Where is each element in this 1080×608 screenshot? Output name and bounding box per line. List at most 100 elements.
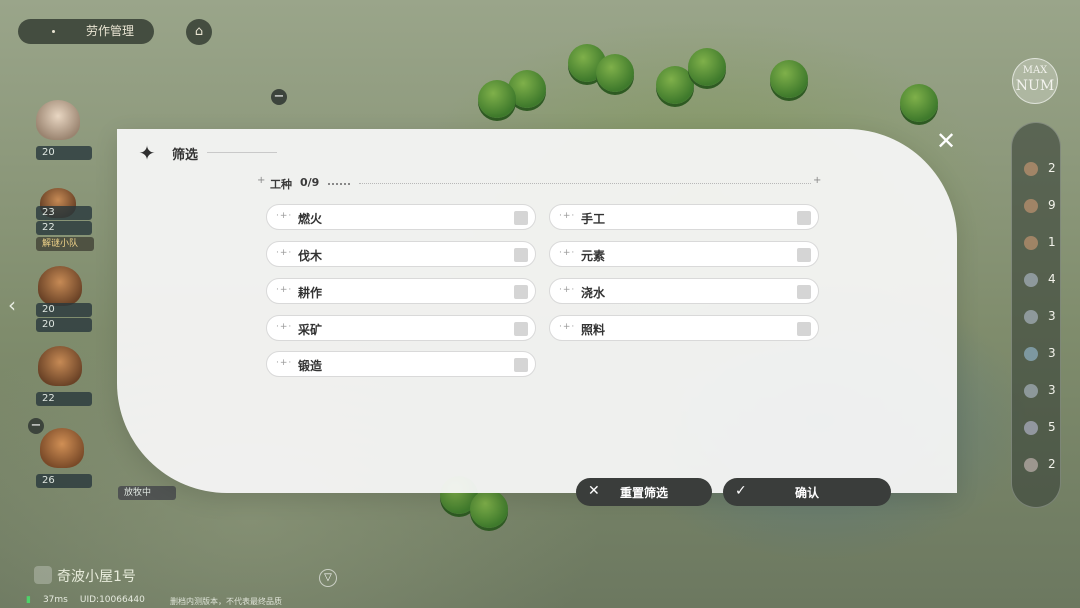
- type-count-column: 2 9 1 4 3 3 3 5 2: [1011, 122, 1061, 508]
- tree-decoration: [596, 54, 634, 92]
- unit-level-badge: 26: [36, 474, 92, 488]
- filter-option-element[interactable]: ·+· 元素: [549, 241, 819, 267]
- filter-option-ignite[interactable]: ·+· 燃火: [266, 204, 536, 230]
- job-type-section-header: + 工种 0/9 +: [257, 175, 822, 191]
- team-badge: 解谜小队: [36, 237, 94, 251]
- filter-icon[interactable]: ▽: [319, 569, 337, 587]
- type-count-item[interactable]: 4: [1020, 271, 1060, 291]
- plus-ornament-icon: +: [257, 175, 266, 186]
- status-bar: ▮ 37ms UID:10066440: [26, 595, 145, 605]
- dotted-ornament: [328, 183, 350, 185]
- type-count-item[interactable]: 2: [1020, 160, 1060, 180]
- type-count-item[interactable]: 9: [1020, 197, 1060, 217]
- unit-level-badge: 20: [36, 318, 92, 332]
- option-label: 浇水: [581, 286, 606, 300]
- option-checkbox[interactable]: [797, 322, 811, 336]
- type-count-item[interactable]: 3: [1020, 308, 1060, 328]
- option-checkbox[interactable]: [797, 248, 811, 262]
- type-count-item[interactable]: 3: [1020, 382, 1060, 402]
- filter-option-farming[interactable]: ·+· 耕作: [266, 278, 536, 304]
- type-count-item[interactable]: 2: [1020, 456, 1060, 476]
- option-label: 伐木: [298, 249, 323, 263]
- confirm-label: 确认: [794, 486, 819, 500]
- option-checkbox[interactable]: [514, 248, 528, 262]
- tree-decoration: [478, 80, 516, 118]
- filter-option-handiwork[interactable]: ·+· 手工: [549, 204, 819, 230]
- fire-type-icon: [1024, 162, 1038, 176]
- plus-ornament-icon: +: [813, 175, 822, 186]
- house-icon: [34, 566, 52, 584]
- unit-level-badge: 22: [36, 221, 92, 235]
- grazing-badge: 放牧中: [118, 486, 176, 500]
- filter-dialog: ✦ 筛选 + 工种 0/9 + ·+· 燃火 ·+· 手工 ·+· 伐木 ·+·…: [117, 129, 957, 493]
- mine-type-icon: [1024, 384, 1038, 398]
- type-count-item[interactable]: 3: [1020, 345, 1060, 365]
- option-label: 采矿: [298, 323, 323, 337]
- option-ornament-icon: ·+·: [276, 322, 293, 332]
- unit-portrait[interactable]: [36, 100, 80, 140]
- unit-level-badge: 23: [36, 206, 92, 220]
- option-label: 照料: [581, 323, 606, 337]
- element-type-icon: [1024, 273, 1038, 287]
- selected-count: 0/9: [300, 176, 320, 189]
- option-checkbox[interactable]: [797, 285, 811, 299]
- dialog-header: ✦ 筛选: [134, 141, 198, 165]
- tree-decoration: [470, 490, 508, 528]
- filter-option-watering[interactable]: ·+· 浇水: [549, 278, 819, 304]
- filter-option-caring[interactable]: ·+· 照料: [549, 315, 819, 341]
- chevron-left-icon[interactable]: ‹: [8, 293, 16, 317]
- type-count-item[interactable]: 5: [1020, 419, 1060, 439]
- care-type-icon: [1024, 421, 1038, 435]
- reset-filter-label: 重置筛选: [619, 486, 668, 500]
- option-ornament-icon: ·+·: [276, 358, 293, 368]
- house-name[interactable]: 奇波小屋1号: [57, 566, 136, 586]
- option-label: 手工: [581, 212, 606, 226]
- ping-value: 37ms: [42, 595, 68, 605]
- option-checkbox[interactable]: [514, 285, 528, 299]
- unit-level-badge: 20: [36, 303, 92, 317]
- unit-level-badge: 20: [36, 146, 92, 160]
- option-label: 燃火: [298, 212, 323, 226]
- option-ornament-icon: ·+·: [559, 285, 576, 295]
- remove-button[interactable]: −: [271, 89, 287, 105]
- max-label: MAX: [1022, 65, 1048, 76]
- num-label: NUM: [1015, 78, 1055, 94]
- unit-portrait[interactable]: [38, 346, 82, 386]
- option-checkbox[interactable]: [797, 211, 811, 225]
- dialog-title: 筛选: [172, 147, 199, 163]
- paw-type-icon: [1024, 199, 1038, 213]
- filter-option-forging[interactable]: ·+· 锻造: [266, 351, 536, 377]
- uid-value: UID:10066440: [79, 595, 145, 605]
- section-divider: [359, 183, 811, 184]
- option-label: 锻造: [298, 359, 323, 373]
- filter-option-mining[interactable]: ·+· 采矿: [266, 315, 536, 341]
- type-count-item[interactable]: 1: [1020, 234, 1060, 254]
- unit-portrait[interactable]: [38, 266, 82, 306]
- option-checkbox[interactable]: [514, 211, 528, 225]
- wood-type-icon: [1024, 236, 1038, 250]
- option-ornament-icon: ·+·: [559, 211, 576, 221]
- unit-portrait[interactable]: [40, 428, 84, 468]
- confirm-button[interactable]: ✓ 确认: [723, 478, 891, 506]
- filter-option-lumbering[interactable]: ·+· 伐木: [266, 241, 536, 267]
- farm-type-icon: [1024, 310, 1038, 324]
- option-checkbox[interactable]: [514, 358, 528, 372]
- tree-decoration: [688, 48, 726, 86]
- option-ornament-icon: ·+·: [559, 322, 576, 332]
- forge-type-icon: [1024, 458, 1038, 472]
- option-ornament-icon: ·+·: [276, 211, 293, 221]
- max-num-button[interactable]: MAX NUM: [1012, 58, 1058, 104]
- close-icon[interactable]: ✕: [934, 129, 958, 153]
- reset-filter-button[interactable]: ✕ 重置筛选: [576, 478, 712, 506]
- water-type-icon: [1024, 347, 1038, 361]
- signal-icon: ▮: [26, 595, 31, 605]
- option-checkbox[interactable]: [514, 322, 528, 336]
- sparkle-icon: ✦: [138, 141, 156, 165]
- option-ornament-icon: ·+·: [276, 285, 293, 295]
- home-button[interactable]: ⌂: [186, 19, 212, 45]
- section-label: 工种: [270, 178, 292, 191]
- tree-decoration: [900, 84, 938, 122]
- remove-button[interactable]: −: [28, 418, 44, 434]
- option-ornament-icon: ·+·: [559, 248, 576, 258]
- home-icon: ⌂: [194, 24, 204, 39]
